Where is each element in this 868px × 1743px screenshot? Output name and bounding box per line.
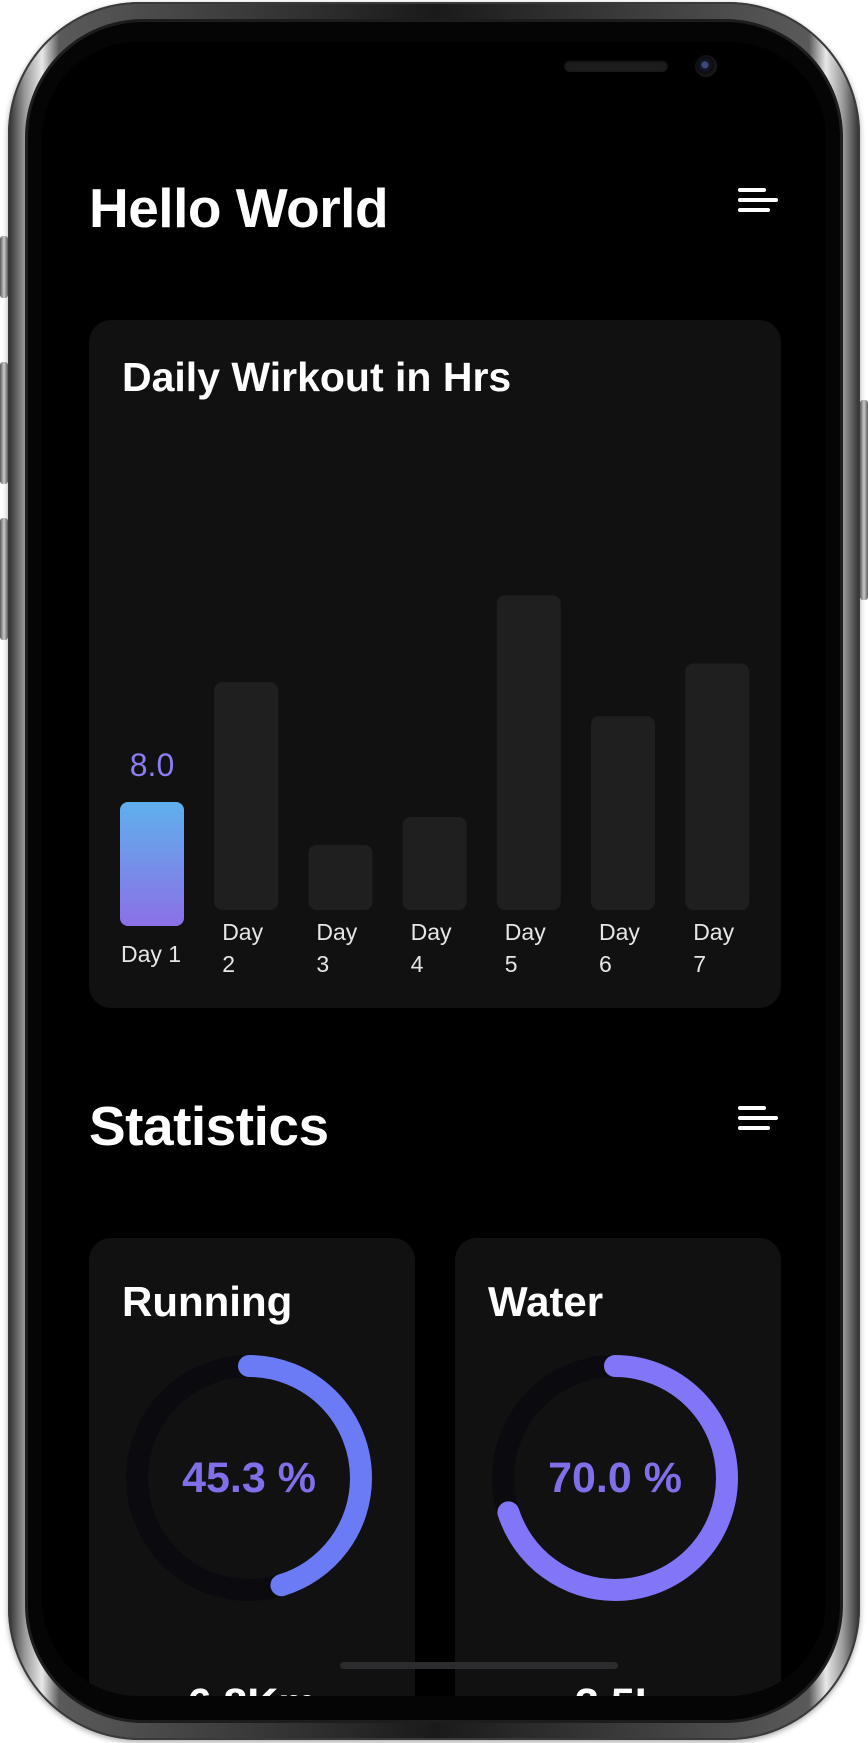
page-title: Hello World	[89, 177, 389, 239]
water-title: Water	[488, 1278, 604, 1325]
home-indicator[interactable]	[340, 1662, 618, 1669]
selected-value-label: 8.0	[130, 747, 174, 783]
power-button	[860, 400, 868, 600]
statistics-title: Statistics	[89, 1095, 329, 1157]
workout-chart-card: Daily Wirkout in Hrs Day 1 8.0 Day 2 Day 3 Day…	[89, 320, 781, 1008]
bar-label-6: Day	[599, 919, 640, 945]
running-distance: 6.8Km	[89, 1680, 415, 1696]
bar-day-1[interactable]	[120, 802, 184, 926]
volume-up-button	[0, 362, 8, 484]
bar-label-5: Day	[505, 919, 546, 945]
bar-label-4: 4	[411, 951, 424, 977]
water-percent: 70.0 %	[548, 1453, 682, 1502]
running-percent: 45.3 %	[182, 1453, 316, 1502]
bar-label-2: Day	[222, 919, 263, 945]
bar-label-7: 7	[693, 951, 706, 977]
running-title: Running	[122, 1278, 293, 1325]
bar-label-1: Day 1	[121, 941, 181, 967]
menu-icon[interactable]	[738, 188, 780, 220]
notch	[224, 42, 717, 106]
bar-day-3[interactable]	[308, 844, 373, 910]
bar-day-7[interactable]	[685, 663, 750, 910]
front-camera-icon	[695, 55, 717, 77]
running-card[interactable]: Running 45.3 % 6.8Km	[89, 1238, 415, 1696]
bar-label-2: 2	[222, 951, 235, 977]
workout-bar-chart: Day 1 8.0 Day 2 Day 3 Day 4 Day 5 Day 6 Day 7	[120, 595, 750, 977]
volume-down-button	[0, 518, 8, 640]
bar-label-3: 3	[316, 951, 329, 977]
bar-day-4[interactable]	[402, 817, 467, 910]
speaker-grille	[564, 60, 668, 72]
silent-switch	[0, 236, 8, 298]
water-volume: 3.5L	[455, 1680, 781, 1696]
statistics-menu-icon[interactable]	[738, 1106, 780, 1138]
bar-label-5: 5	[505, 951, 518, 977]
bar-day-6[interactable]	[591, 716, 655, 910]
water-card[interactable]: Water 70.0 % 3.5L	[455, 1238, 781, 1696]
bar-day-5[interactable]	[496, 595, 561, 910]
bar-label-6: 6	[599, 951, 612, 977]
bar-day-2[interactable]	[214, 682, 279, 910]
bar-label-7: Day	[693, 919, 734, 945]
bar-label-4: Day	[411, 919, 452, 945]
bar-label-3: Day	[316, 919, 357, 945]
app-screen: Hello World Daily Wirkout in Hrs Day 1 8.…	[42, 42, 826, 1696]
